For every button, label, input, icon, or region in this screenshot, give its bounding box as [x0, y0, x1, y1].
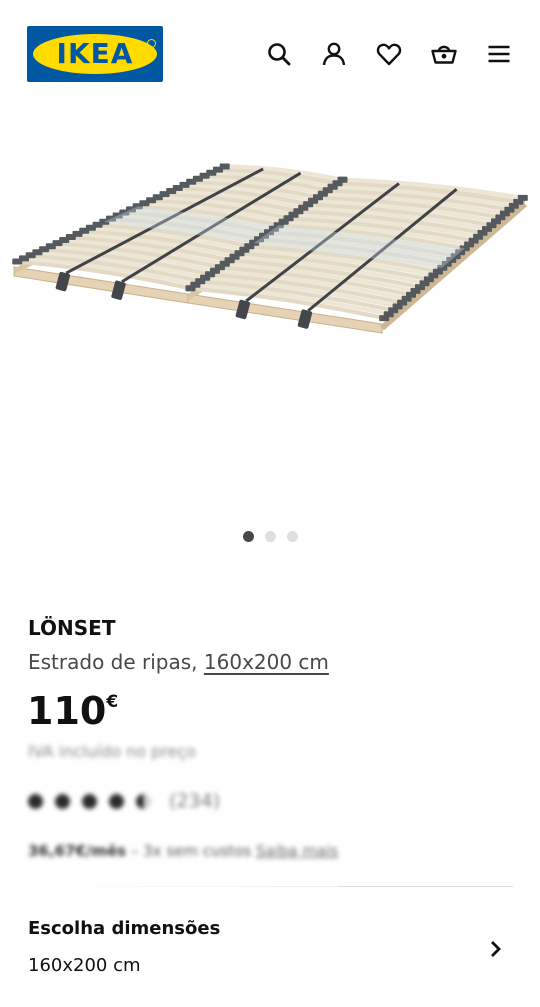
carousel-dot-1[interactable]	[242, 531, 254, 542]
site-header: IKEA	[0, 0, 540, 100]
registered-mark-icon	[147, 39, 156, 48]
slat-holder	[517, 194, 528, 201]
carousel-indicators	[0, 531, 540, 542]
ikea-logo[interactable]: IKEA	[27, 26, 163, 82]
product-description: Estrado de ripas, 160x200 cm	[28, 650, 329, 674]
product-name: LÖNSET	[28, 616, 116, 640]
review-count: (234)	[169, 790, 221, 812]
basket-icon[interactable]	[428, 38, 460, 70]
price-currency: €	[106, 692, 119, 712]
logo-text: IKEA	[56, 37, 134, 70]
slatted-bed-base-image	[12, 163, 528, 334]
star-icon	[55, 793, 70, 809]
product-price: 110€	[27, 688, 118, 734]
selected-dimension: 160x200 cm	[28, 955, 141, 976]
carousel-dot-3[interactable]	[286, 531, 298, 542]
star-icon	[82, 793, 97, 809]
credit-terms: – 3x sem custos	[126, 842, 256, 860]
dimensions-link[interactable]: 160x200 cm	[204, 650, 329, 674]
carousel-dot-2[interactable]	[264, 531, 276, 542]
divider	[338, 886, 513, 887]
chevron-right-icon[interactable]	[482, 936, 508, 962]
half-star-icon	[136, 793, 151, 809]
heart-icon[interactable]	[373, 38, 405, 70]
description-text: Estrado de ripas,	[28, 650, 204, 674]
star-icon	[109, 793, 124, 809]
search-icon[interactable]	[263, 38, 295, 70]
vat-note: IVA incluído no preço	[28, 742, 196, 761]
learn-more-link[interactable]: Saiba mais	[256, 842, 338, 860]
slat-holder	[219, 163, 230, 170]
menu-icon[interactable]	[483, 38, 515, 70]
divider	[28, 886, 338, 887]
slat-holder	[337, 176, 348, 183]
credit-offer: 36,67€/mês – 3x sem custos Saiba mais	[28, 842, 338, 860]
choose-dimensions-title[interactable]: Escolha dimensões	[28, 918, 220, 939]
product-image[interactable]	[0, 100, 540, 520]
account-icon[interactable]	[318, 38, 350, 70]
star-icon	[28, 793, 43, 809]
rating-row[interactable]: (234)	[28, 790, 220, 812]
credit-amount: 36,67€/mês	[28, 842, 127, 860]
price-amount: 110	[27, 689, 107, 733]
